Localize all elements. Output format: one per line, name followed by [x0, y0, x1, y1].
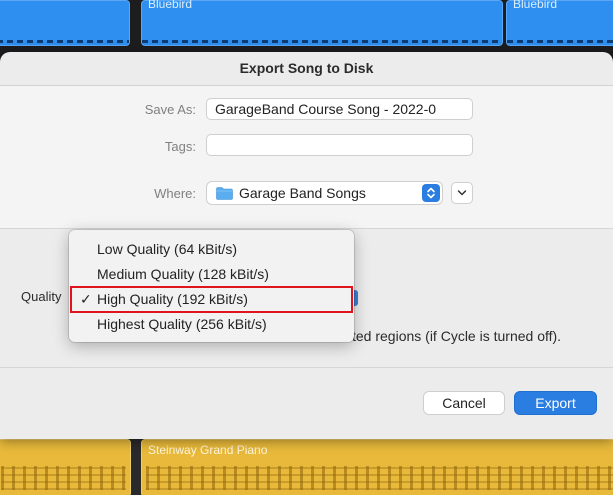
garageband-window: Bluebird Bluebird Steinway Grand Piano E… — [0, 0, 613, 495]
export-button[interactable]: Export — [514, 391, 597, 415]
menu-item-high-quality[interactable]: ✓ High Quality (192 kBit/s) — [69, 287, 354, 311]
cycle-option-text: ted regions (if Cycle is turned off). — [352, 328, 562, 344]
quality-label: Quality — [21, 289, 62, 304]
tags-label: Tags: — [164, 139, 196, 154]
where-popup[interactable]: Garage Band Songs — [206, 181, 443, 205]
where-value: Garage Band Songs — [239, 185, 366, 201]
menu-item-medium-quality[interactable]: Medium Quality (128 kBit/s) — [69, 262, 354, 286]
region-name: Steinway Grand Piano — [148, 443, 268, 457]
divider — [0, 228, 613, 229]
menu-item-highest-quality[interactable]: Highest Quality (256 kBit/s) — [69, 312, 354, 336]
save-as-label: Save As: — [144, 102, 196, 117]
quality-menu: Low Quality (64 kBit/s) Medium Quality (… — [69, 230, 354, 342]
midi-region-steinway[interactable]: Steinway Grand Piano — [141, 439, 613, 495]
cancel-button[interactable]: Cancel — [423, 391, 505, 415]
chevron-down-icon — [457, 190, 467, 196]
save-as-field[interactable]: GarageBand Course Song - 2022-0 — [206, 98, 473, 120]
expand-browser-button[interactable] — [451, 182, 473, 204]
divider — [0, 367, 613, 368]
folder-icon — [216, 186, 233, 200]
chevron-updown-icon — [422, 184, 440, 202]
audio-region-bluebird[interactable]: Bluebird — [506, 0, 613, 46]
where-label: Where: — [154, 186, 196, 201]
audio-region[interactable] — [0, 0, 130, 46]
region-name: Bluebird — [148, 0, 193, 11]
checkmark-icon: ✓ — [80, 291, 92, 307]
menu-item-low-quality[interactable]: Low Quality (64 kBit/s) — [69, 237, 354, 261]
dialog-title: Export Song to Disk — [239, 60, 374, 76]
tags-field[interactable] — [206, 134, 473, 156]
midi-region[interactable] — [0, 439, 131, 495]
region-name: Bluebird — [513, 0, 558, 11]
audio-region-bluebird[interactable]: Bluebird — [141, 0, 503, 46]
